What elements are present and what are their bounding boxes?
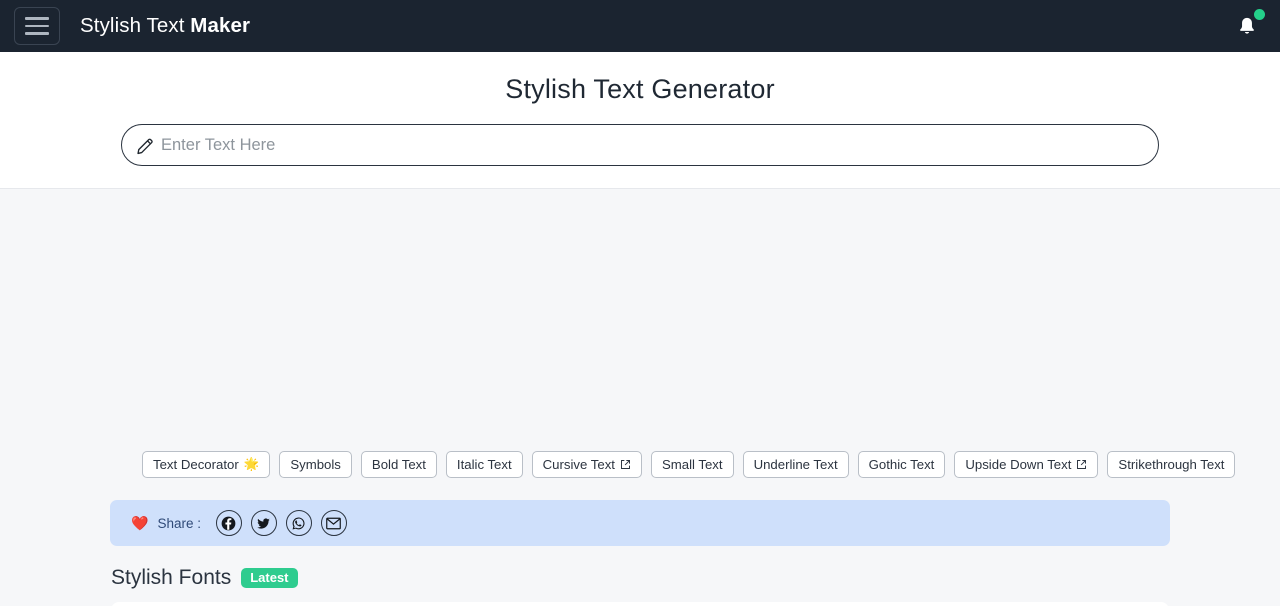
chip-symbols[interactable]: Symbols — [279, 451, 352, 478]
external-link-icon — [621, 460, 630, 469]
top-navbar: Stylish Text Maker — [0, 0, 1280, 52]
share-bar: ❤️ Share : — [110, 500, 1170, 546]
main-content: Text Decorator 🌟 Symbols Bold Text Itali… — [0, 189, 1280, 606]
hamburger-bar — [25, 17, 49, 20]
chip-label: Cursive Text — [542, 457, 615, 472]
chip-label: Symbols — [290, 457, 341, 472]
chip-label: Italic Text — [456, 457, 512, 472]
share-facebook-button[interactable] — [215, 510, 242, 536]
chip-strikethrough-text[interactable]: Strikethrough Text — [1107, 451, 1236, 478]
brand-title-bold: Maker — [190, 14, 251, 37]
font-sample-text: ʃʈʏʟⁱʂħ — [616, 602, 665, 606]
pencil-icon — [137, 138, 153, 154]
chip-cursive-text[interactable]: Cursive Text — [531, 451, 642, 478]
stylish-text-input[interactable] — [159, 134, 1144, 156]
font-result-card[interactable]: ʃʈʏʟⁱʂħ — [111, 602, 1169, 606]
latest-badge: Latest — [241, 568, 298, 588]
chip-label: Gothic Text — [868, 457, 935, 472]
hamburger-menu-icon[interactable] — [14, 7, 60, 45]
twitter-icon — [257, 517, 271, 529]
notifications-button[interactable] — [1232, 9, 1265, 41]
chip-label: Underline Text — [753, 457, 838, 472]
share-twitter-button[interactable] — [250, 510, 277, 536]
chip-italic-text[interactable]: Italic Text — [445, 451, 523, 478]
brand-title-light: Stylish Text — [80, 14, 191, 37]
sparkle-icon: 🌟 — [243, 457, 260, 472]
chip-bold-text[interactable]: Bold Text — [360, 451, 437, 478]
chip-upside-down-text[interactable]: Upside Down Text — [954, 451, 1099, 478]
external-link-icon — [1077, 460, 1087, 469]
email-icon — [326, 517, 342, 529]
search-row — [0, 124, 1280, 166]
notification-badge-dot — [1254, 9, 1265, 20]
chip-label: Small Text — [661, 457, 723, 472]
chip-label: Text Decorator — [153, 457, 239, 472]
share-label: Share : — [157, 515, 201, 531]
ad-placeholder-area — [0, 189, 1280, 451]
brand-title[interactable]: Stylish Text Maker — [80, 14, 250, 38]
chip-label: Strikethrough Text — [1118, 457, 1225, 472]
share-whatsapp-button[interactable] — [285, 510, 312, 536]
hamburger-bar — [25, 24, 49, 28]
text-input-box[interactable] — [121, 124, 1159, 166]
stylish-fonts-header: Stylish Fonts Latest — [0, 546, 1280, 590]
hero-section: Stylish Text Generator — [0, 52, 1280, 189]
chip-text-decorator[interactable]: Text Decorator 🌟 — [142, 451, 271, 478]
chip-small-text[interactable]: Small Text — [650, 451, 734, 478]
section-title: Stylish Fonts — [111, 566, 232, 589]
page-title: Stylish Text Generator — [505, 74, 775, 104]
share-email-button[interactable] — [320, 510, 347, 536]
chip-underline-text[interactable]: Underline Text — [742, 451, 849, 478]
chip-gothic-text[interactable]: Gothic Text — [857, 451, 946, 478]
style-category-chips: Text Decorator 🌟 Symbols Bold Text Itali… — [0, 451, 1280, 478]
whatsapp-icon — [293, 516, 305, 529]
chip-label: Upside Down Text — [965, 457, 1072, 472]
chip-label: Bold Text — [371, 457, 426, 472]
facebook-icon — [222, 516, 236, 530]
heart-icon: ❤️ — [131, 515, 149, 531]
hamburger-bar — [25, 32, 49, 35]
